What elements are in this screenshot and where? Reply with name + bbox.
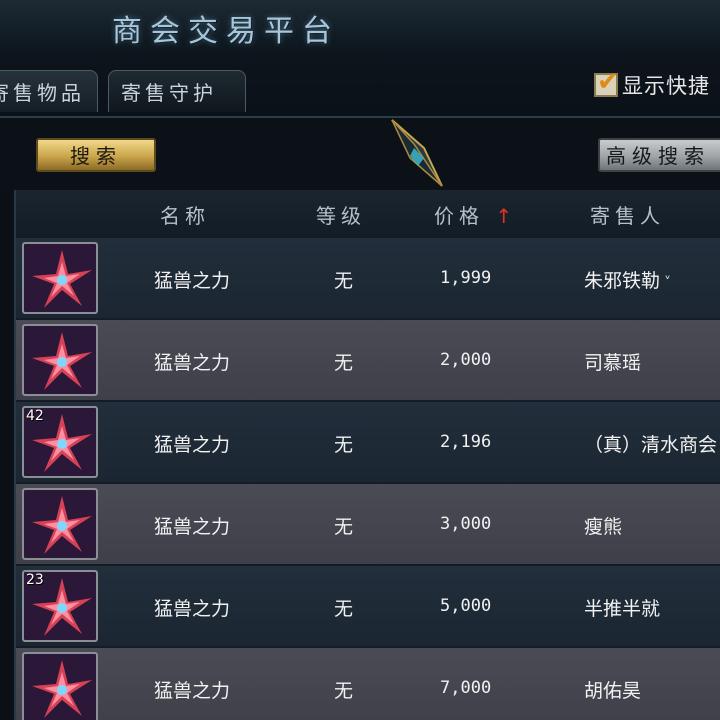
window-title: 商会交易平台: [112, 14, 340, 49]
table-row[interactable]: 42 猛兽之力 无 2,196 （真）清水商会: [16, 402, 720, 482]
item-level: 无: [334, 352, 354, 374]
beast-power-icon[interactable]: [22, 652, 98, 720]
item-seller: 半推半就: [584, 598, 661, 620]
header-name[interactable]: 名称: [160, 200, 210, 229]
item-name: 猛兽之力: [154, 598, 231, 620]
item-seller: 司慕瑶: [584, 352, 642, 374]
table-row[interactable]: 猛兽之力 无 1,999 朱邪铁勒 ˅: [16, 238, 720, 318]
show-quick-checkbox[interactable]: ✔: [594, 67, 619, 97]
item-price: 2,000: [440, 350, 492, 370]
chevron-down-icon[interactable]: ˅: [664, 275, 671, 291]
item-seller: 朱邪铁勒 ˅: [584, 266, 671, 293]
header-price[interactable]: 价格 ↑: [434, 200, 512, 229]
checkmark-icon: ✔: [597, 67, 619, 97]
item-price: 7,000: [440, 678, 492, 698]
show-quick-label: 显示快捷: [622, 74, 710, 98]
item-name: 猛兽之力: [154, 434, 231, 456]
table-header: 名称 等级 价格 ↑ 寄售人: [16, 190, 720, 238]
advanced-search-button[interactable]: 高级搜索: [598, 138, 720, 172]
item-level: 无: [334, 270, 354, 292]
sort-ascending-icon: ↑: [495, 204, 513, 228]
beast-power-icon[interactable]: [22, 488, 98, 560]
stack-count: 42: [26, 408, 44, 424]
item-name: 猛兽之力: [154, 352, 231, 374]
item-seller: 瘦熊: [584, 516, 623, 538]
seller-name: 朱邪铁勒: [584, 270, 661, 292]
search-button[interactable]: 搜索: [36, 138, 156, 172]
table-row[interactable]: 猛兽之力 无 7,000 胡佑昊: [16, 648, 720, 720]
tab-consign-items[interactable]: 寄售物品: [0, 70, 98, 112]
item-name: 猛兽之力: [154, 516, 231, 538]
item-price: 5,000: [440, 596, 492, 616]
show-quick-toggle[interactable]: ✔ 显示快捷: [594, 67, 710, 100]
listing-table: 名称 等级 价格 ↑ 寄售人 猛兽之力 无 1,999 朱邪铁勒 ˅ 猛兽之力 无…: [14, 190, 720, 720]
header-level[interactable]: 等级: [316, 200, 366, 229]
item-price: 3,000: [440, 514, 492, 534]
header-price-label: 价格: [434, 204, 484, 228]
table-row[interactable]: 猛兽之力 无 2,000 司慕瑶: [16, 320, 720, 400]
item-name: 猛兽之力: [154, 270, 231, 292]
item-level: 无: [334, 680, 354, 702]
table-row[interactable]: 23 猛兽之力 无 5,000 半推半就: [16, 566, 720, 646]
item-level: 无: [334, 516, 354, 538]
table-row[interactable]: 猛兽之力 无 3,000 瘦熊: [16, 484, 720, 564]
blade-emblem-icon: [391, 119, 443, 187]
beast-power-icon[interactable]: [22, 242, 98, 314]
tab-consign-guardian[interactable]: 寄售守护: [108, 70, 246, 112]
window-titlebar: 商会交易平台: [0, 0, 720, 58]
stack-count: 23: [26, 572, 44, 588]
beast-power-icon[interactable]: [22, 324, 98, 396]
beast-power-icon[interactable]: 23: [22, 570, 98, 642]
item-level: 无: [334, 434, 354, 456]
item-name: 猛兽之力: [154, 680, 231, 702]
item-seller: 胡佑昊: [584, 680, 642, 702]
item-price: 1,999: [440, 268, 492, 288]
item-price: 2,196: [440, 432, 492, 452]
item-level: 无: [334, 598, 354, 620]
search-toolbar: 搜索 高级搜索: [0, 118, 720, 190]
header-seller[interactable]: 寄售人: [590, 200, 665, 229]
item-seller: （真）清水商会: [584, 434, 718, 456]
beast-power-icon[interactable]: 42: [22, 406, 98, 478]
